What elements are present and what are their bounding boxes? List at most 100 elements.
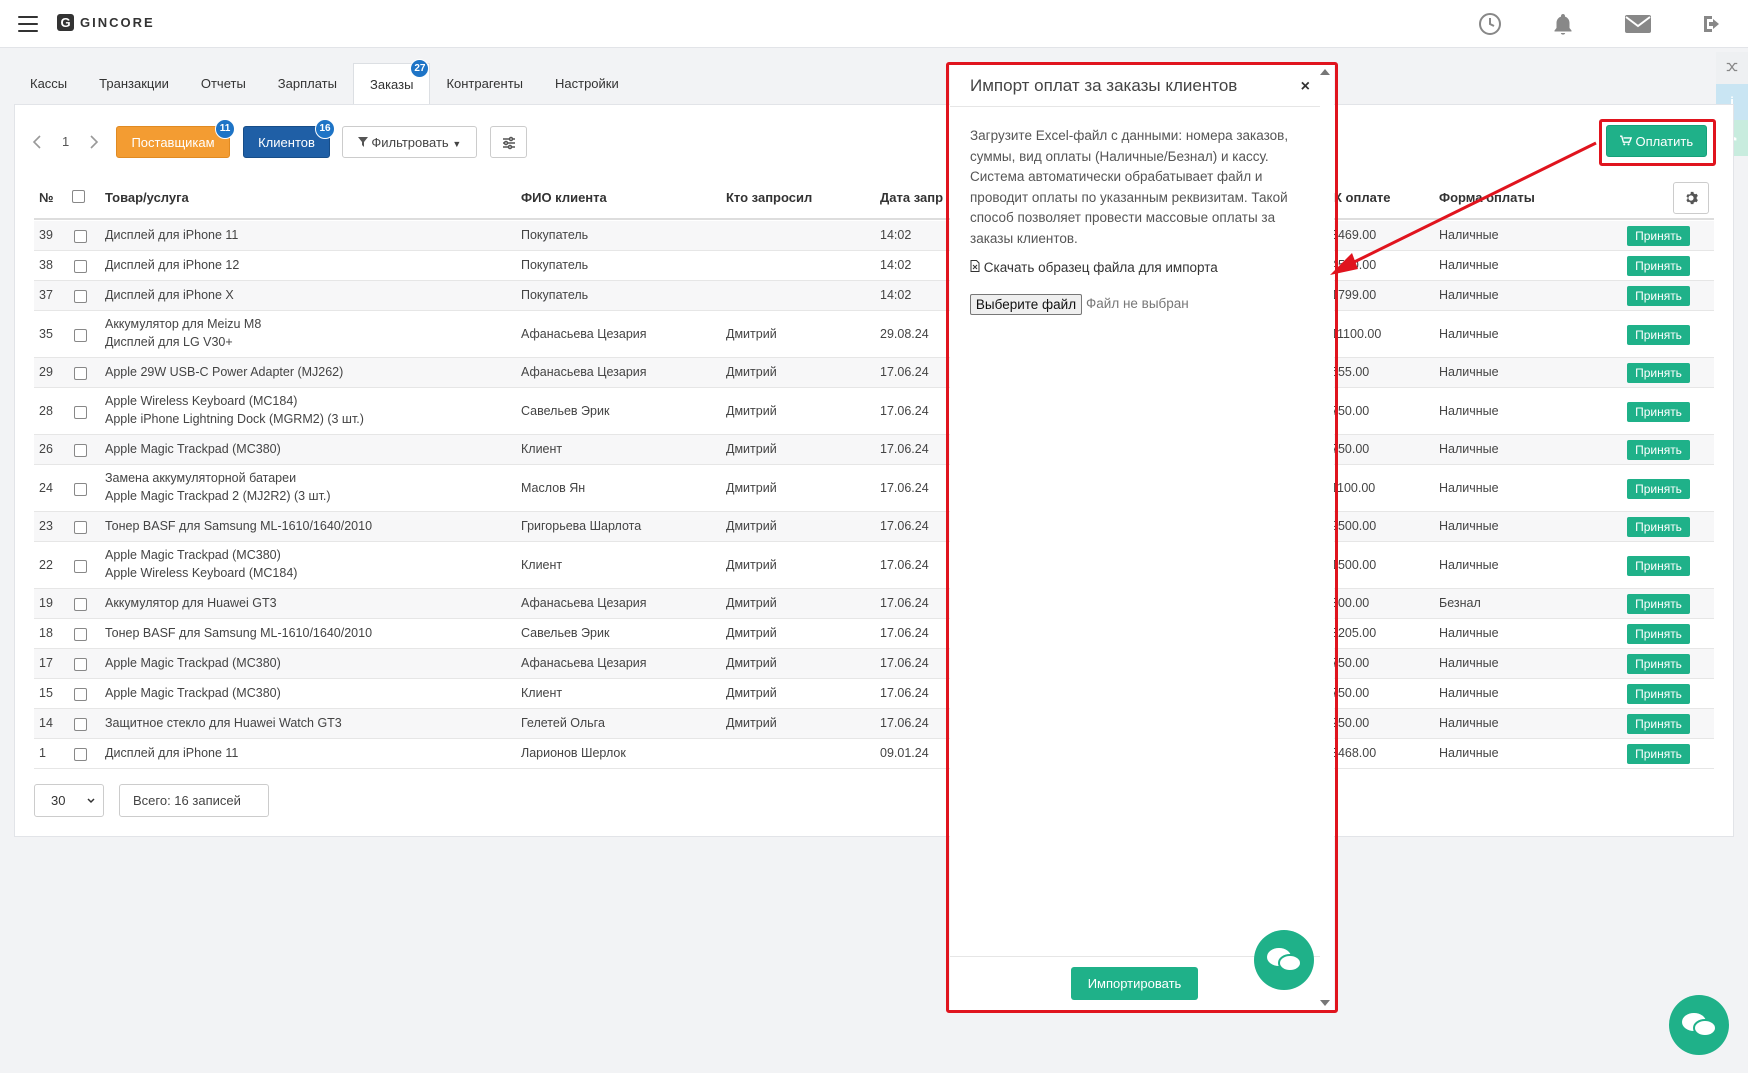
- row-product: Дисплей для iPhone 11: [105, 228, 239, 242]
- row-num[interactable]: 38: [39, 258, 53, 272]
- row-checkbox[interactable]: [74, 406, 87, 422]
- row-checkbox[interactable]: [74, 367, 87, 383]
- row-date: 14:02: [880, 258, 912, 272]
- mail-icon[interactable]: [1624, 12, 1652, 36]
- tab-counterparties[interactable]: Контрагенты: [430, 63, 539, 104]
- accept-button[interactable]: Принять: [1627, 286, 1690, 306]
- row-num[interactable]: 28: [39, 404, 53, 418]
- th-requested[interactable]: Кто запросил: [726, 190, 812, 205]
- per-page-value: 30: [51, 793, 66, 808]
- table-row[interactable]: 37 Дисплей для iPhone X Покупатель 14:02 179…: [34, 281, 1714, 311]
- table-row[interactable]: 28 Apple Wireless Keyboard (MC184) Apple i…: [34, 388, 1714, 435]
- row-num[interactable]: 39: [39, 228, 53, 242]
- row-client: Клиент: [521, 686, 563, 700]
- per-page-select[interactable]: 30: [34, 784, 104, 817]
- table-row[interactable]: 22 Apple Magic Trackpad (MC380) Apple Wire…: [34, 542, 1714, 589]
- accept-button[interactable]: Принять: [1627, 325, 1690, 345]
- table-row[interactable]: 14 Защитное стекло для Huawei Watch GT3 Ге…: [34, 709, 1714, 739]
- tab-salaries[interactable]: Зарплаты: [262, 63, 353, 104]
- tab-settings[interactable]: Настройки: [539, 63, 635, 104]
- menu-icon[interactable]: [18, 16, 38, 32]
- row-checkbox[interactable]: [74, 628, 87, 644]
- row-num[interactable]: 15: [39, 686, 53, 700]
- accept-button[interactable]: Принять: [1627, 744, 1690, 764]
- row-form: Наличные: [1439, 442, 1499, 456]
- row-checkbox[interactable]: [74, 230, 87, 246]
- pager-page[interactable]: 1: [62, 134, 69, 149]
- row-checkbox[interactable]: [74, 718, 87, 734]
- row-checkbox[interactable]: [74, 748, 87, 764]
- select-all-checkbox[interactable]: [72, 190, 85, 206]
- clients-label: Клиентов: [258, 135, 315, 150]
- row-num[interactable]: 26: [39, 442, 53, 456]
- row-num[interactable]: 22: [39, 558, 53, 572]
- table-row[interactable]: 24 Замена аккумуляторной батареи Apple Mag…: [34, 465, 1714, 512]
- accept-button[interactable]: Принять: [1627, 594, 1690, 614]
- table-row[interactable]: 29 Apple 29W USB-C Power Adapter (MJ262) А…: [34, 358, 1714, 388]
- row-num[interactable]: 24: [39, 481, 53, 495]
- row-num[interactable]: 23: [39, 519, 53, 533]
- tab-orders[interactable]: Заказы 27: [352, 59, 431, 104]
- clients-button[interactable]: Клиентов 16: [243, 119, 335, 158]
- accept-button[interactable]: Принять: [1627, 479, 1690, 499]
- logout-icon[interactable]: [1700, 12, 1724, 36]
- row-num[interactable]: 17: [39, 656, 53, 670]
- logo[interactable]: G GINCORE: [57, 14, 155, 31]
- accept-button[interactable]: Принять: [1627, 440, 1690, 460]
- tab-reports[interactable]: Отчеты: [185, 63, 262, 104]
- row-num[interactable]: 37: [39, 288, 53, 302]
- row-product-2: Apple Wireless Keyboard (MC184): [105, 566, 298, 580]
- row-num[interactable]: 18: [39, 626, 53, 640]
- row-num[interactable]: 14: [39, 716, 53, 730]
- table-row[interactable]: 35 Аккумулятор для Meizu M8 Дисплей для LG…: [34, 311, 1714, 358]
- table-row[interactable]: 19 Аккумулятор для Huawei GT3 Афанасьева Ц…: [34, 589, 1714, 619]
- row-checkbox[interactable]: [74, 444, 87, 460]
- shuffle-icon[interactable]: [1716, 52, 1748, 84]
- tab-cash[interactable]: Кассы: [14, 63, 83, 104]
- accept-button[interactable]: Принять: [1627, 226, 1690, 246]
- accept-button[interactable]: Принять: [1627, 363, 1690, 383]
- row-checkbox[interactable]: [74, 260, 87, 276]
- row-checkbox[interactable]: [74, 598, 87, 614]
- row-checkbox[interactable]: [74, 688, 87, 704]
- row-date: 17.06.24: [880, 442, 929, 456]
- th-client[interactable]: ФИО клиента: [521, 190, 607, 205]
- table-row[interactable]: 26 Apple Magic Trackpad (MC380) Клиент Дмит…: [34, 435, 1714, 465]
- row-num[interactable]: 35: [39, 327, 53, 341]
- row-checkbox[interactable]: [74, 658, 87, 674]
- table-row[interactable]: 15 Apple Magic Trackpad (MC380) Клиент Дмит…: [34, 679, 1714, 709]
- table-row[interactable]: 18 Тонер BASF для Samsung ML-1610/1640/20…: [34, 619, 1714, 649]
- row-checkbox[interactable]: [74, 483, 87, 499]
- column-settings-button[interactable]: [490, 126, 527, 158]
- bell-icon[interactable]: [1551, 12, 1575, 36]
- chevron-left-icon[interactable]: [32, 134, 42, 149]
- accept-button[interactable]: Принять: [1627, 517, 1690, 537]
- row-checkbox[interactable]: [74, 329, 87, 345]
- chat-icon[interactable]: [1254, 930, 1314, 990]
- row-num[interactable]: 19: [39, 596, 53, 610]
- table-row[interactable]: 17 Apple Magic Trackpad (MC380) Афанасьева…: [34, 649, 1714, 679]
- th-product[interactable]: Товар/услуга: [105, 190, 189, 205]
- row-checkbox[interactable]: [74, 290, 87, 306]
- accept-button[interactable]: Принять: [1627, 684, 1690, 704]
- clock-icon[interactable]: [1478, 12, 1502, 36]
- row-checkbox[interactable]: [74, 521, 87, 537]
- th-date[interactable]: Дата запр: [880, 190, 943, 205]
- accept-button[interactable]: Принять: [1627, 624, 1690, 644]
- chat-widget-icon[interactable]: [1669, 995, 1729, 1055]
- accept-button[interactable]: Принять: [1627, 402, 1690, 422]
- row-form: Наличные: [1439, 288, 1499, 302]
- accept-button[interactable]: Принять: [1627, 556, 1690, 576]
- accept-button[interactable]: Принять: [1627, 714, 1690, 734]
- accept-button[interactable]: Принять: [1627, 654, 1690, 674]
- chevron-right-icon[interactable]: [89, 134, 99, 149]
- tab-transactions[interactable]: Транзакции: [83, 63, 185, 104]
- accept-button[interactable]: Принять: [1627, 256, 1690, 276]
- row-checkbox[interactable]: [74, 560, 87, 576]
- filter-button[interactable]: Фильтровать ▼: [342, 126, 477, 158]
- table-row[interactable]: 23 Тонер BASF для Samsung ML-1610/1640/20…: [34, 512, 1714, 542]
- table-row[interactable]: 1 Дисплей для iPhone 11 Ларионов Шерлок 09.…: [34, 739, 1714, 769]
- row-num[interactable]: 29: [39, 365, 53, 379]
- row-num[interactable]: 1: [39, 746, 46, 760]
- suppliers-button[interactable]: Поставщикам 11: [116, 119, 235, 158]
